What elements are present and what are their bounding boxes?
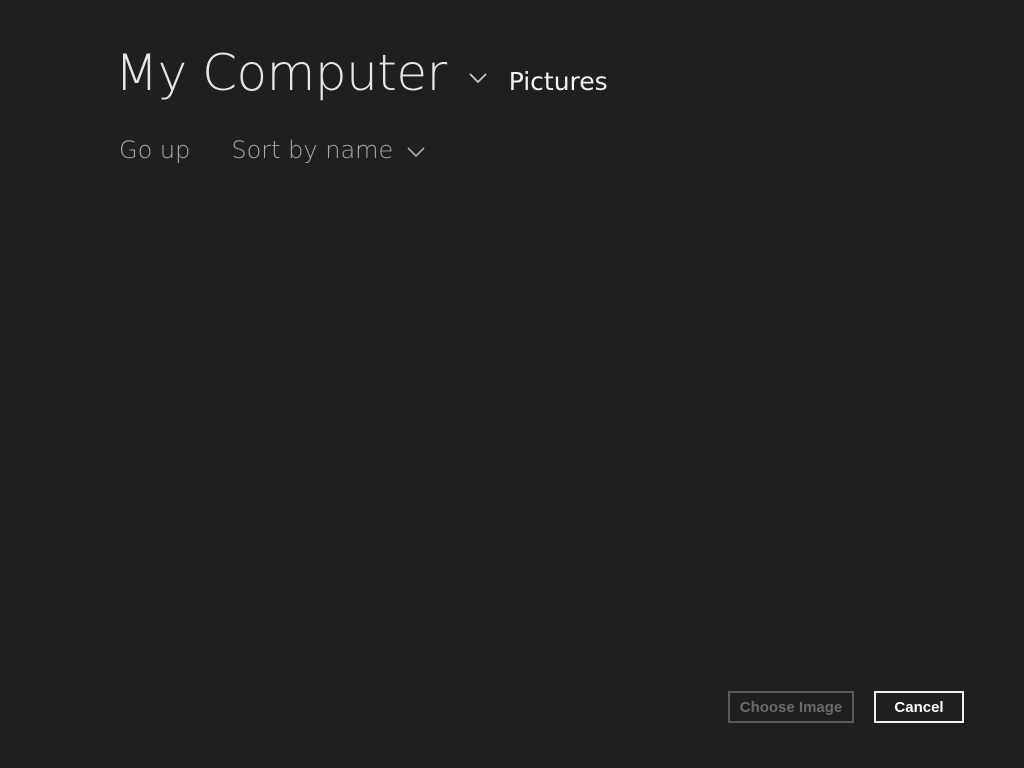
subfolder-label[interactable]: Pictures [509, 69, 608, 94]
chevron-down-icon[interactable] [469, 72, 487, 84]
toolbar: Go up Sort by name [119, 136, 425, 164]
location-title[interactable]: My Computer [115, 48, 447, 98]
choose-image-button[interactable]: Choose Image [728, 691, 854, 723]
sort-dropdown[interactable]: Sort by name [231, 136, 425, 164]
chevron-down-icon [407, 146, 425, 158]
footer-buttons: Choose Image Cancel [728, 691, 964, 723]
file-picker: My Computer Pictures Go up Sort by name … [0, 0, 1024, 768]
file-list [115, 190, 995, 660]
cancel-button[interactable]: Cancel [874, 691, 964, 723]
go-up-button[interactable]: Go up [119, 136, 190, 164]
sort-label: Sort by name [231, 136, 394, 164]
location-header: My Computer Pictures [115, 48, 608, 98]
